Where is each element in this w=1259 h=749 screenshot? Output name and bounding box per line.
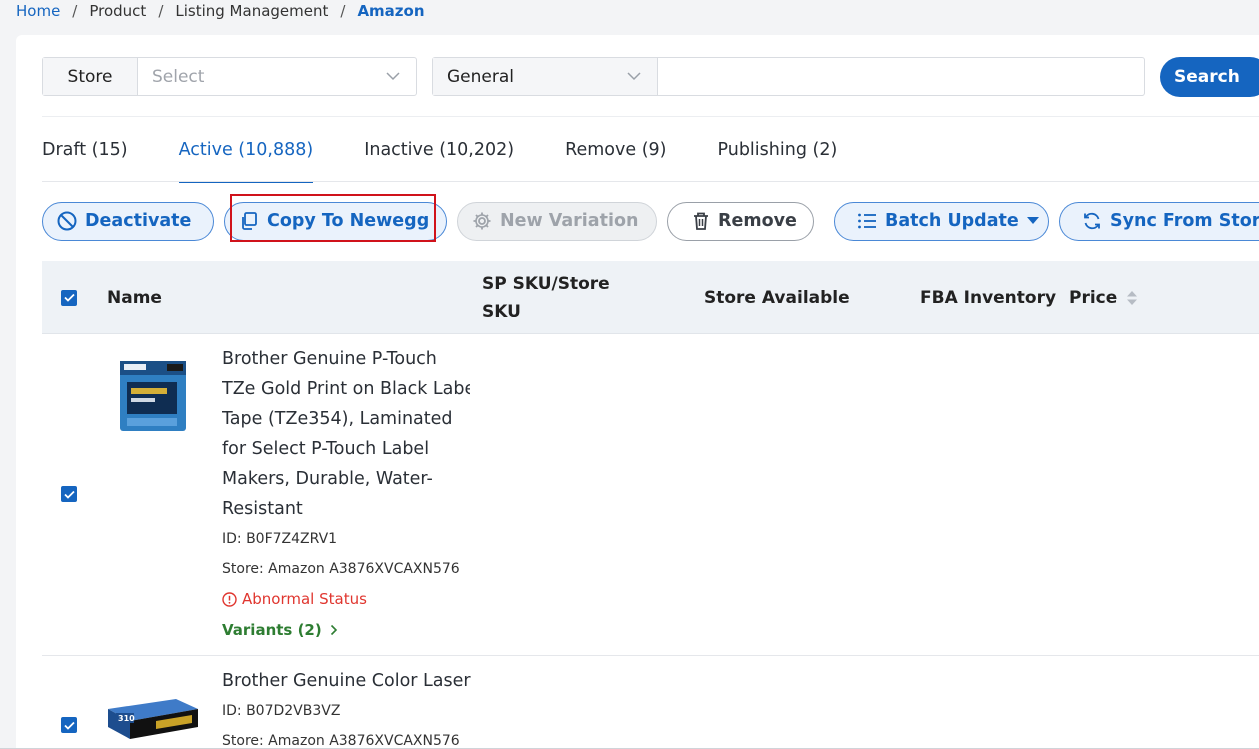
ban-icon (57, 211, 77, 231)
field-select[interactable]: General (433, 58, 658, 95)
action-toolbar: Deactivate Copy To Newegg New Variation … (42, 201, 1259, 241)
variants-link[interactable]: Variants (2) (222, 614, 470, 646)
table-header: Name SP SKU/Store SKU Store Available FB… (42, 261, 1259, 334)
sync-icon (1084, 212, 1100, 230)
gear-icon (473, 212, 491, 230)
column-price[interactable]: Price (1069, 261, 1138, 334)
new-variation-button[interactable]: New Variation (457, 201, 657, 241)
sync-from-store-button[interactable]: Sync From Store (1059, 201, 1259, 241)
breadcrumb-product[interactable]: Product (89, 2, 146, 20)
batch-update-label: Batch Update (885, 211, 1019, 231)
column-sku-line2: SKU (482, 301, 521, 322)
chevron-right-icon (330, 624, 337, 636)
check-icon (63, 293, 75, 302)
caret-down-icon (1026, 217, 1039, 224)
label-tape-image (120, 361, 186, 431)
breadcrumb-listing[interactable]: Listing Management (175, 2, 328, 20)
product-name[interactable]: Brother Genuine Color Laser (222, 666, 471, 696)
search-button[interactable]: Search (1160, 56, 1259, 97)
abnormal-status: Abnormal Status (222, 584, 470, 614)
product-name-line: Brother Genuine Color Laser (222, 671, 471, 691)
header-checkbox-cell (61, 261, 77, 334)
copy-to-newegg-label: Copy To Newegg (267, 211, 430, 231)
column-price-label: Price (1069, 287, 1118, 308)
breadcrumb-current: Amazon (357, 2, 425, 20)
store-filter: Store Select (42, 57, 417, 96)
new-variation-label: New Variation (500, 211, 639, 231)
store-select-placeholder: Select (152, 66, 205, 87)
field-select-value: General (447, 66, 514, 87)
chevron-down-icon (627, 72, 641, 81)
store-select[interactable]: Select (138, 58, 416, 95)
remove-label: Remove (718, 211, 797, 231)
deactivate-button[interactable]: Deactivate (42, 201, 214, 241)
sort-icon (1127, 290, 1138, 305)
product-id: ID: B07D2VB3VZ (222, 703, 341, 719)
alert-circle-icon (222, 591, 237, 607)
row-checkbox[interactable] (61, 717, 77, 733)
search-bar: Store Select General Search (42, 56, 1259, 97)
deactivate-label: Deactivate (85, 211, 192, 231)
table-row: Brother Genuine P-Touch TZe Gold Print o… (42, 335, 1259, 656)
column-store-available: Store Available (704, 287, 850, 308)
product-image[interactable] (119, 360, 187, 432)
breadcrumb-separator: / (72, 2, 78, 20)
check-icon (63, 490, 75, 499)
table-row: 310 Brother Genuine Color Laser ID: B07D… (42, 657, 1259, 749)
list-icon (858, 213, 876, 229)
main-panel: Store Select General Search Draft (15) A… (16, 35, 1259, 749)
breadcrumb-home[interactable]: Home (16, 2, 60, 20)
column-sku: SP SKU/Store SKU (482, 261, 610, 334)
tab-publishing[interactable]: Publishing (2) (717, 135, 837, 183)
store-label: Store (43, 58, 138, 95)
tab-inactive[interactable]: Inactive (10,202) (364, 135, 514, 183)
breadcrumb-separator: / (158, 2, 164, 20)
select-all-checkbox[interactable] (61, 289, 77, 306)
product-name-line: TZe Gold Print on Black Label (222, 379, 470, 399)
abnormal-status-label: Abnormal Status (242, 590, 367, 608)
divider (42, 116, 1259, 117)
copy-icon (242, 212, 257, 230)
breadcrumb: Home / Product / Listing Management / Am… (16, 1, 425, 21)
search-input[interactable] (658, 58, 1144, 95)
keyword-filter: General (432, 57, 1145, 96)
sync-from-store-label: Sync From Store (1110, 211, 1259, 231)
breadcrumb-separator: / (340, 2, 346, 20)
product-store: Store: Amazon A3876XVCAXN576 (222, 733, 460, 749)
product-name-line: Brother Genuine P-Touch (222, 349, 437, 369)
chevron-down-icon (386, 72, 400, 81)
product-image[interactable]: 310 (106, 695, 200, 741)
svg-text:310: 310 (118, 714, 135, 723)
product-info: Brother Genuine Color Laser ID: B07D2VB3… (222, 666, 471, 749)
check-icon (63, 721, 75, 730)
product-name-line: Makers, Durable, Water- (222, 469, 433, 489)
tab-draft[interactable]: Draft (15) (42, 135, 128, 183)
copy-to-newegg-button[interactable]: Copy To Newegg (224, 201, 447, 241)
product-store: Store: Amazon A3876XVCAXN576 (222, 561, 460, 577)
tab-remove[interactable]: Remove (9) (565, 135, 666, 183)
remove-button[interactable]: Remove (667, 201, 814, 241)
product-name-line: Tape (TZe354), Laminated (222, 409, 453, 429)
product-name-line: Resistant (222, 499, 303, 519)
column-fba-inventory: FBA Inventory (920, 287, 1057, 308)
batch-update-button[interactable]: Batch Update (834, 201, 1049, 241)
product-name-line: for Select P-Touch Label (222, 439, 430, 459)
column-name: Name (107, 287, 162, 308)
tab-active[interactable]: Active (10,888) (178, 135, 313, 183)
variants-label: Variants (2) (222, 621, 322, 639)
toner-box-image: 310 (108, 699, 198, 739)
trash-icon (694, 212, 708, 230)
status-tabs: Draft (15) Active (10,888) Inactive (10,… (42, 135, 888, 183)
product-name[interactable]: Brother Genuine P-Touch TZe Gold Print o… (222, 344, 470, 524)
product-id: ID: B0F7Z4ZRV1 (222, 531, 338, 547)
row-checkbox[interactable] (61, 486, 77, 502)
column-sku-line1: SP SKU/Store (482, 273, 610, 294)
product-info: Brother Genuine P-Touch TZe Gold Print o… (222, 344, 470, 646)
tabs-divider (42, 181, 1259, 182)
